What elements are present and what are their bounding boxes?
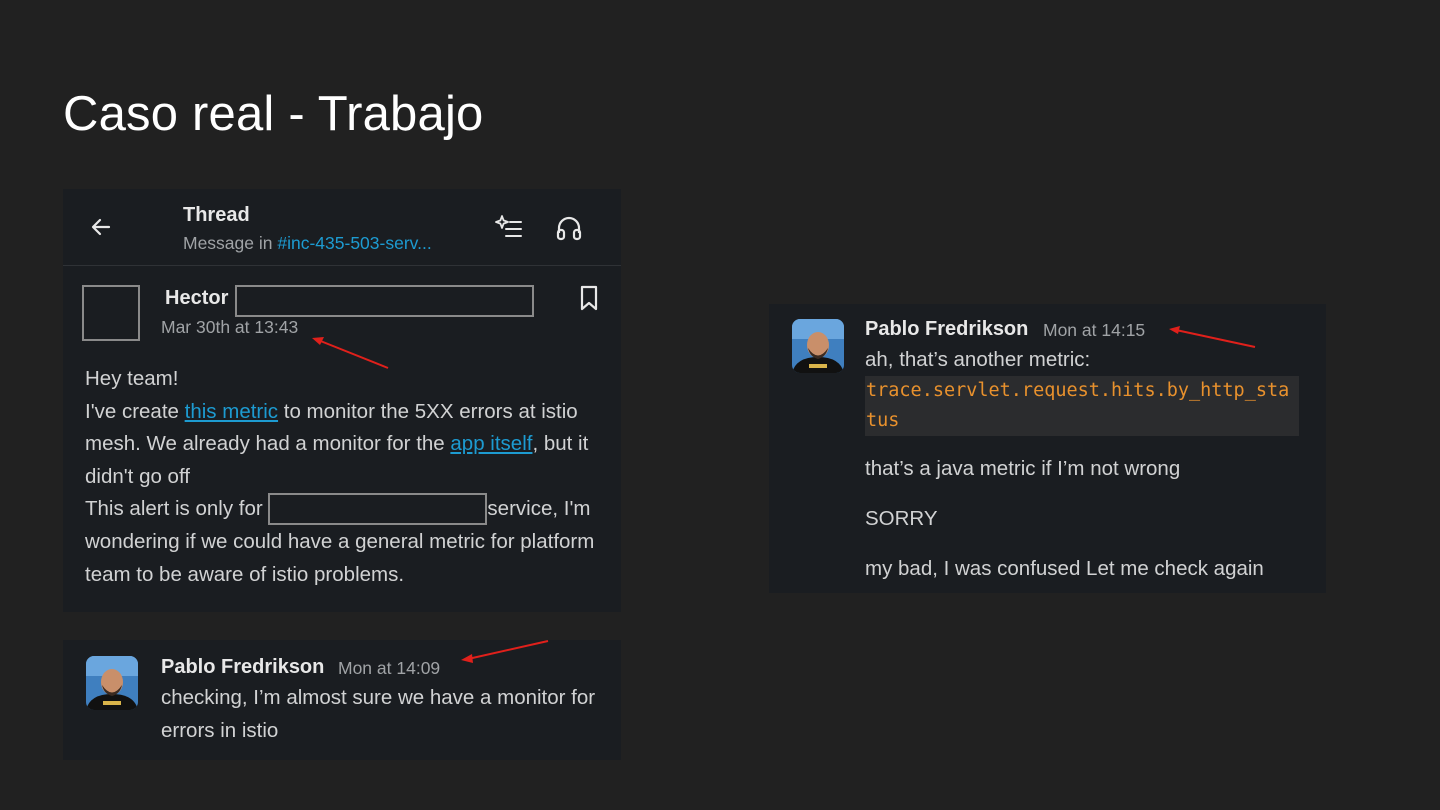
thread-header: Thread Message in #inc-435-503-serv... xyxy=(63,189,621,266)
thread-panel: Thread Message in #inc-435-503-serv... H… xyxy=(63,189,621,612)
sparkle-list-icon[interactable] xyxy=(495,214,523,240)
reply-author[interactable]: Pablo Fredrikson xyxy=(161,656,324,679)
reply-author[interactable]: Pablo Fredrikson xyxy=(865,318,1028,341)
arrow-left-icon[interactable] xyxy=(89,215,113,239)
redacted-service-box xyxy=(268,493,488,526)
message-greeting: Hey team! xyxy=(85,367,179,390)
slide-title: Caso real - Trabajo xyxy=(63,87,484,141)
reply-text: SORRY xyxy=(865,507,938,530)
reply-text: my bad, I was confused Let me check agai… xyxy=(865,557,1264,580)
redacted-avatar xyxy=(82,285,140,341)
reply-panel: Pablo Fredrikson Mon at 14:15 ah, that’s… xyxy=(769,304,1326,593)
thread-subtitle: Message in #inc-435-503-serv... xyxy=(183,233,432,254)
message-author[interactable]: Hector xyxy=(165,287,228,310)
message-timestamp[interactable]: Mar 30th at 13:43 xyxy=(161,317,298,338)
reply-timestamp[interactable]: Mon at 14:09 xyxy=(338,658,440,679)
headphones-icon[interactable] xyxy=(555,214,583,242)
link-this-metric[interactable]: this metric xyxy=(185,400,278,423)
thread-subtitle-prefix: Message in xyxy=(183,233,278,253)
message-paragraph: I've create this metric to monitor the 5… xyxy=(85,396,605,494)
reply-panel: Pablo Fredrikson Mon at 14:09 checking, … xyxy=(63,640,621,760)
message-paragraph: This alert is only for service, I'm wond… xyxy=(85,493,605,591)
reply-text: that’s a java metric if I’m not wrong xyxy=(865,457,1181,480)
channel-link[interactable]: #inc-435-503-serv... xyxy=(277,233,431,253)
message-text: I've create xyxy=(85,399,185,423)
bookmark-icon[interactable] xyxy=(578,285,600,311)
inline-code: trace.servlet.request.hits.by_http_statu… xyxy=(865,376,1299,436)
link-app-itself[interactable]: app itself xyxy=(450,432,532,455)
reply-text: ah, that’s another metric: xyxy=(865,348,1091,371)
reply-timestamp[interactable]: Mon at 14:15 xyxy=(1043,320,1145,341)
redacted-name-box xyxy=(235,285,534,317)
message-body: Hey team! I've create this metric to mon… xyxy=(85,363,605,591)
avatar[interactable] xyxy=(792,319,844,373)
message-text: This alert is only for xyxy=(85,497,269,521)
reply-text: checking, I’m almost sure we have a moni… xyxy=(161,686,596,742)
thread-title: Thread xyxy=(183,204,250,226)
avatar[interactable] xyxy=(86,656,138,710)
